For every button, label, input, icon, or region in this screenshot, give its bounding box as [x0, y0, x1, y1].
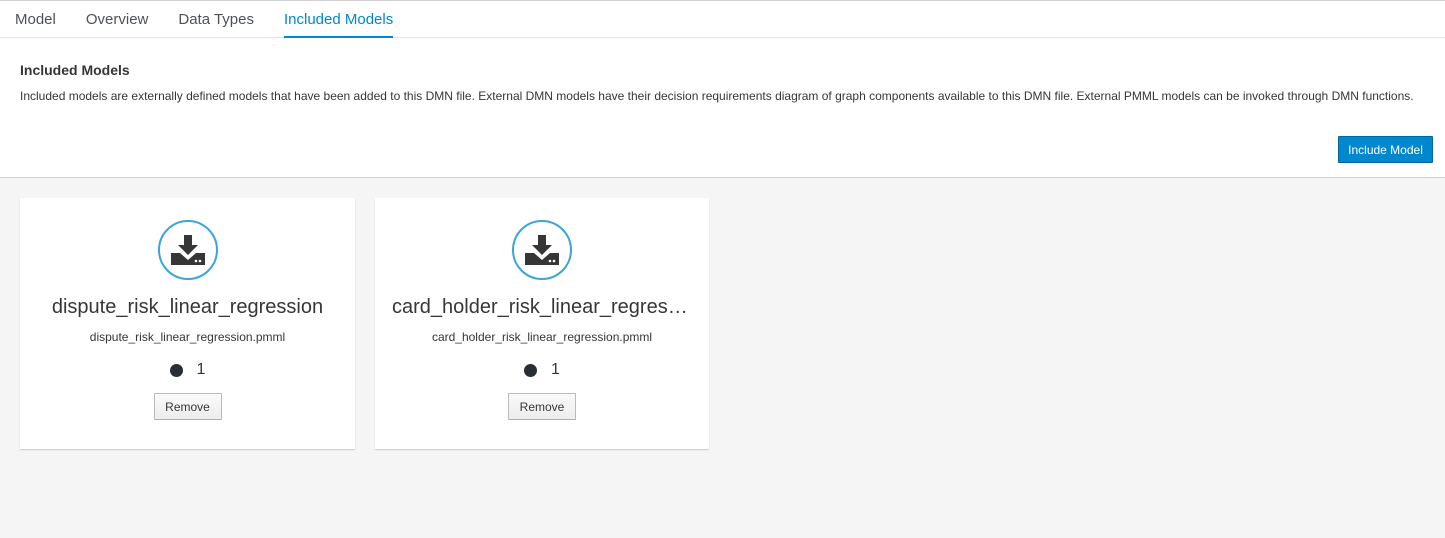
model-count-value: 1	[196, 361, 206, 378]
tab-included-models[interactable]: Included Models	[269, 1, 408, 38]
include-model-button[interactable]: Include Model	[1338, 136, 1433, 163]
included-model-card: dispute_risk_linear_regression dispute_r…	[20, 198, 355, 449]
remove-button[interactable]: Remove	[153, 393, 222, 420]
tab-data-types[interactable]: Data Types	[163, 1, 269, 37]
model-name: dispute_risk_linear_regression	[51, 296, 324, 318]
tab-model[interactable]: Model	[0, 1, 71, 37]
model-count: 1	[524, 360, 560, 380]
download-icon	[512, 220, 572, 280]
download-icon-glyph	[170, 235, 205, 265]
included-model-card: card_holder_risk_linear_regression card_…	[375, 198, 709, 449]
included-models-header: Included Models Included models are exte…	[0, 38, 1445, 178]
model-name: card_holder_risk_linear_regression	[392, 296, 692, 318]
model-file-name: card_holder_risk_linear_regression.pmml	[431, 330, 653, 344]
model-count: 1	[169, 360, 206, 380]
download-icon	[157, 220, 218, 280]
editor-tabs: Model Overview Data Types Included Model…	[0, 1, 1445, 38]
download-icon-glyph	[525, 235, 559, 265]
tab-overview[interactable]: Overview	[71, 1, 164, 37]
bullet-icon	[524, 363, 538, 377]
bullet-icon	[169, 363, 183, 377]
page-description: Included models are externally defined m…	[20, 89, 1414, 103]
model-file-name: dispute_risk_linear_regression.pmml	[89, 330, 286, 344]
included-models-list: dispute_risk_linear_regression dispute_r…	[0, 178, 1445, 469]
remove-button[interactable]: Remove	[508, 393, 576, 420]
page-title: Included Models	[20, 62, 130, 78]
model-count-value: 1	[551, 361, 560, 378]
